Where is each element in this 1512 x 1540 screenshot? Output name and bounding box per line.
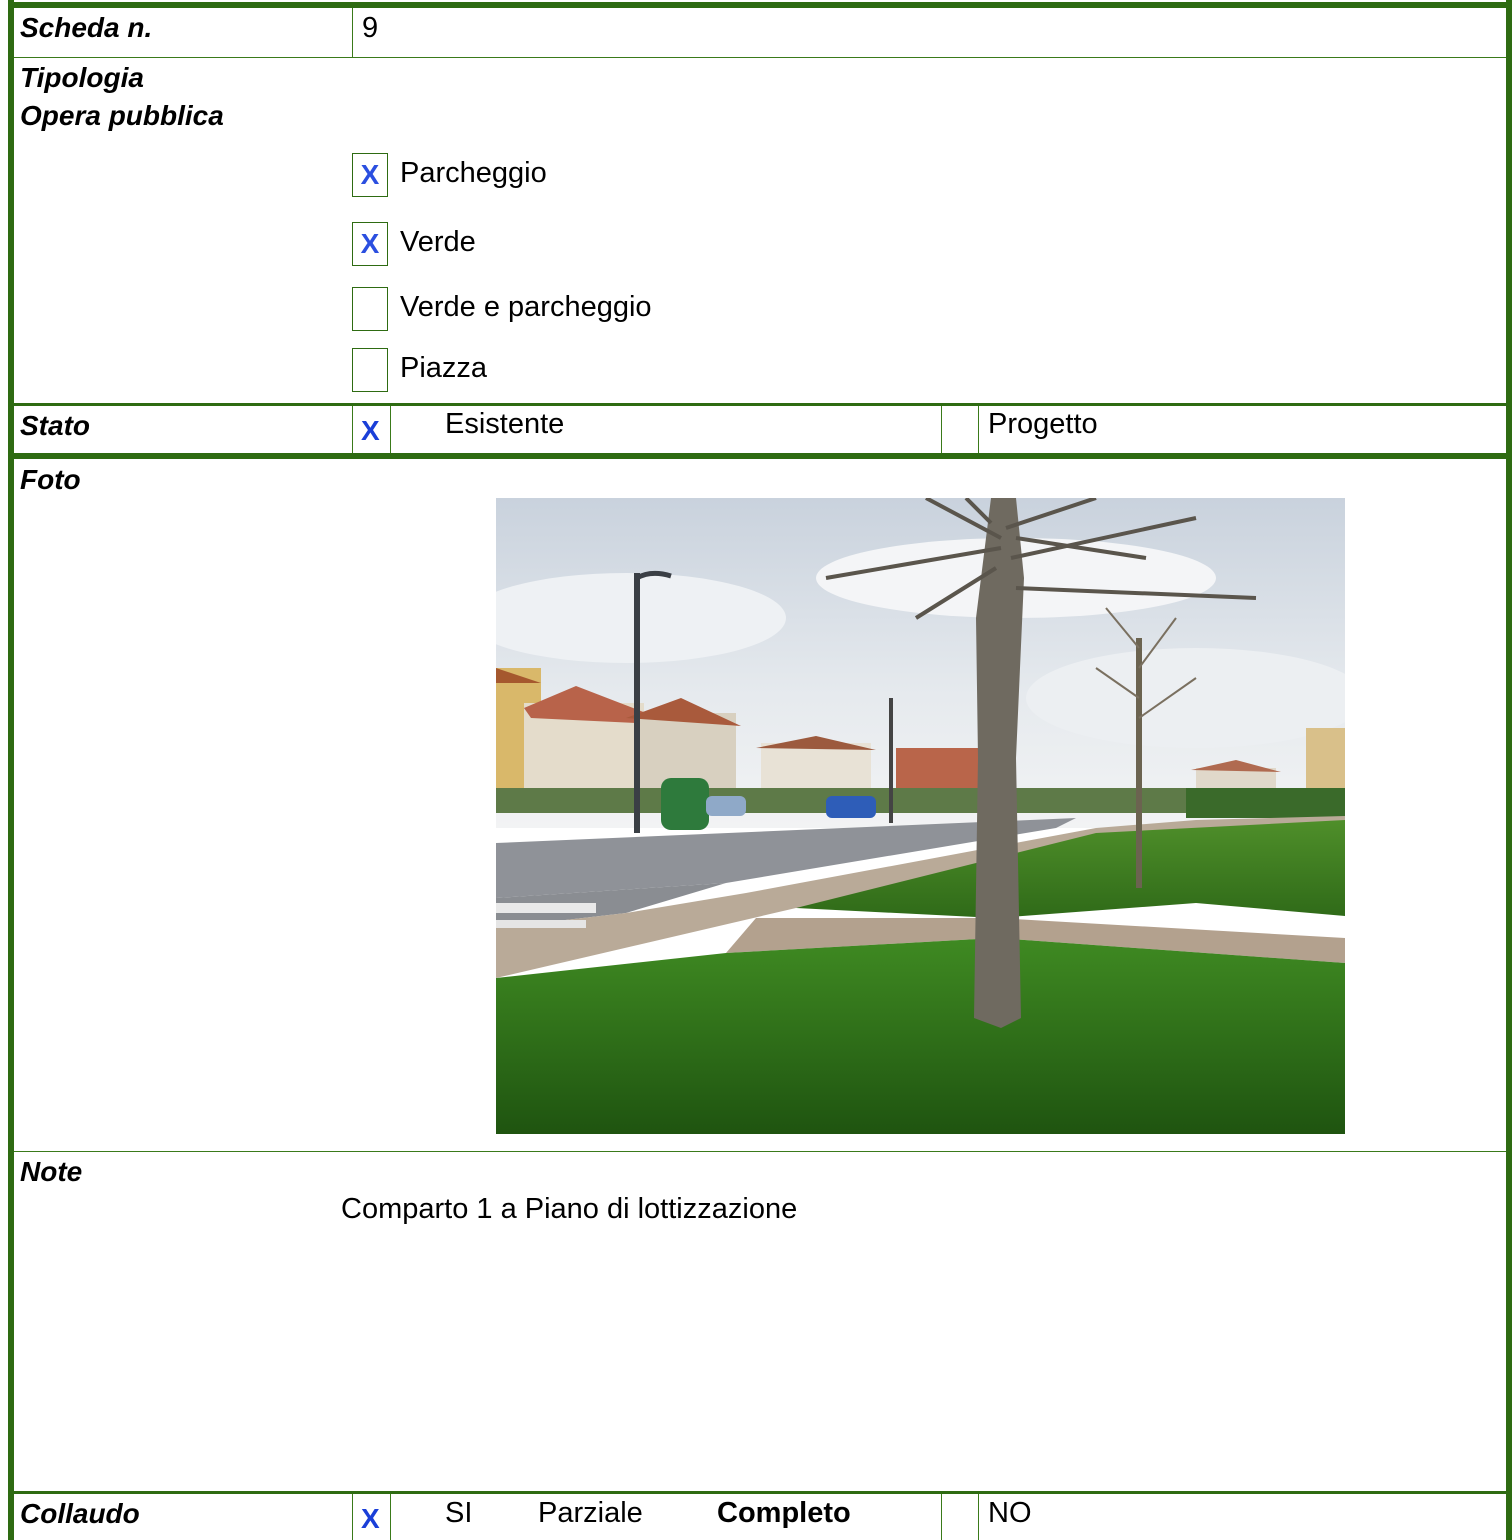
col-divider xyxy=(390,1494,391,1540)
col-divider xyxy=(941,1494,942,1540)
col-divider xyxy=(941,406,942,453)
border-right xyxy=(1506,0,1512,1540)
stato-label: Stato xyxy=(20,410,90,441)
col-divider xyxy=(978,1494,979,1540)
divider xyxy=(8,453,1512,459)
collaudo-label: Collaudo xyxy=(20,1498,140,1529)
col-divider xyxy=(352,406,353,453)
col-divider xyxy=(352,1494,353,1540)
site-photo xyxy=(496,498,1345,1134)
young-tree xyxy=(1136,638,1142,888)
checkbox-si[interactable]: X xyxy=(361,1500,380,1538)
opera-pubblica-label: Opera pubblica xyxy=(20,100,224,131)
checkbox-parcheggio[interactable]: X xyxy=(352,153,388,197)
option-verde: Verde xyxy=(400,226,476,258)
checkbox-piazza[interactable] xyxy=(352,348,388,392)
scheda-label: Scheda n. xyxy=(20,12,153,43)
col-divider xyxy=(352,8,353,58)
option-piazza: Piazza xyxy=(400,352,488,384)
car xyxy=(706,796,746,816)
checkbox-verde[interactable]: X xyxy=(352,222,388,266)
car xyxy=(826,796,876,818)
border-top xyxy=(8,2,1512,8)
lamp-post xyxy=(889,698,893,823)
divider xyxy=(14,57,1506,58)
option-esistente: Esistente xyxy=(445,408,565,440)
crosswalk xyxy=(496,920,586,928)
note-label: Note xyxy=(20,1156,83,1187)
option-parziale: Parziale xyxy=(538,1497,643,1529)
col-divider xyxy=(978,406,979,453)
tipologia-label: Tipologia xyxy=(20,62,144,93)
house xyxy=(1306,728,1345,798)
option-progetto: Progetto xyxy=(988,408,1098,440)
option-completo: Completo xyxy=(717,1497,851,1529)
grass-foreground xyxy=(496,938,1345,1134)
recycling-bin xyxy=(661,778,709,830)
col-divider xyxy=(390,406,391,453)
border-left xyxy=(8,0,14,1540)
crosswalk xyxy=(496,903,596,913)
foto-label: Foto xyxy=(20,464,81,495)
checkbox-verde-parcheggio[interactable] xyxy=(352,287,388,331)
checkbox-esistente[interactable]: X xyxy=(361,412,380,450)
option-verde-parcheggio: Verde e parcheggio xyxy=(400,291,652,323)
lamp-post xyxy=(634,573,640,833)
divider xyxy=(14,1151,1506,1152)
option-si: SI xyxy=(445,1497,473,1529)
hedge xyxy=(1186,788,1345,818)
divider xyxy=(8,403,1512,406)
option-parcheggio: Parcheggio xyxy=(400,157,547,189)
option-no: NO xyxy=(988,1497,1032,1529)
scheda-number: 9 xyxy=(362,12,379,44)
note-text: Comparto 1 a Piano di lottizzazione xyxy=(341,1193,798,1225)
